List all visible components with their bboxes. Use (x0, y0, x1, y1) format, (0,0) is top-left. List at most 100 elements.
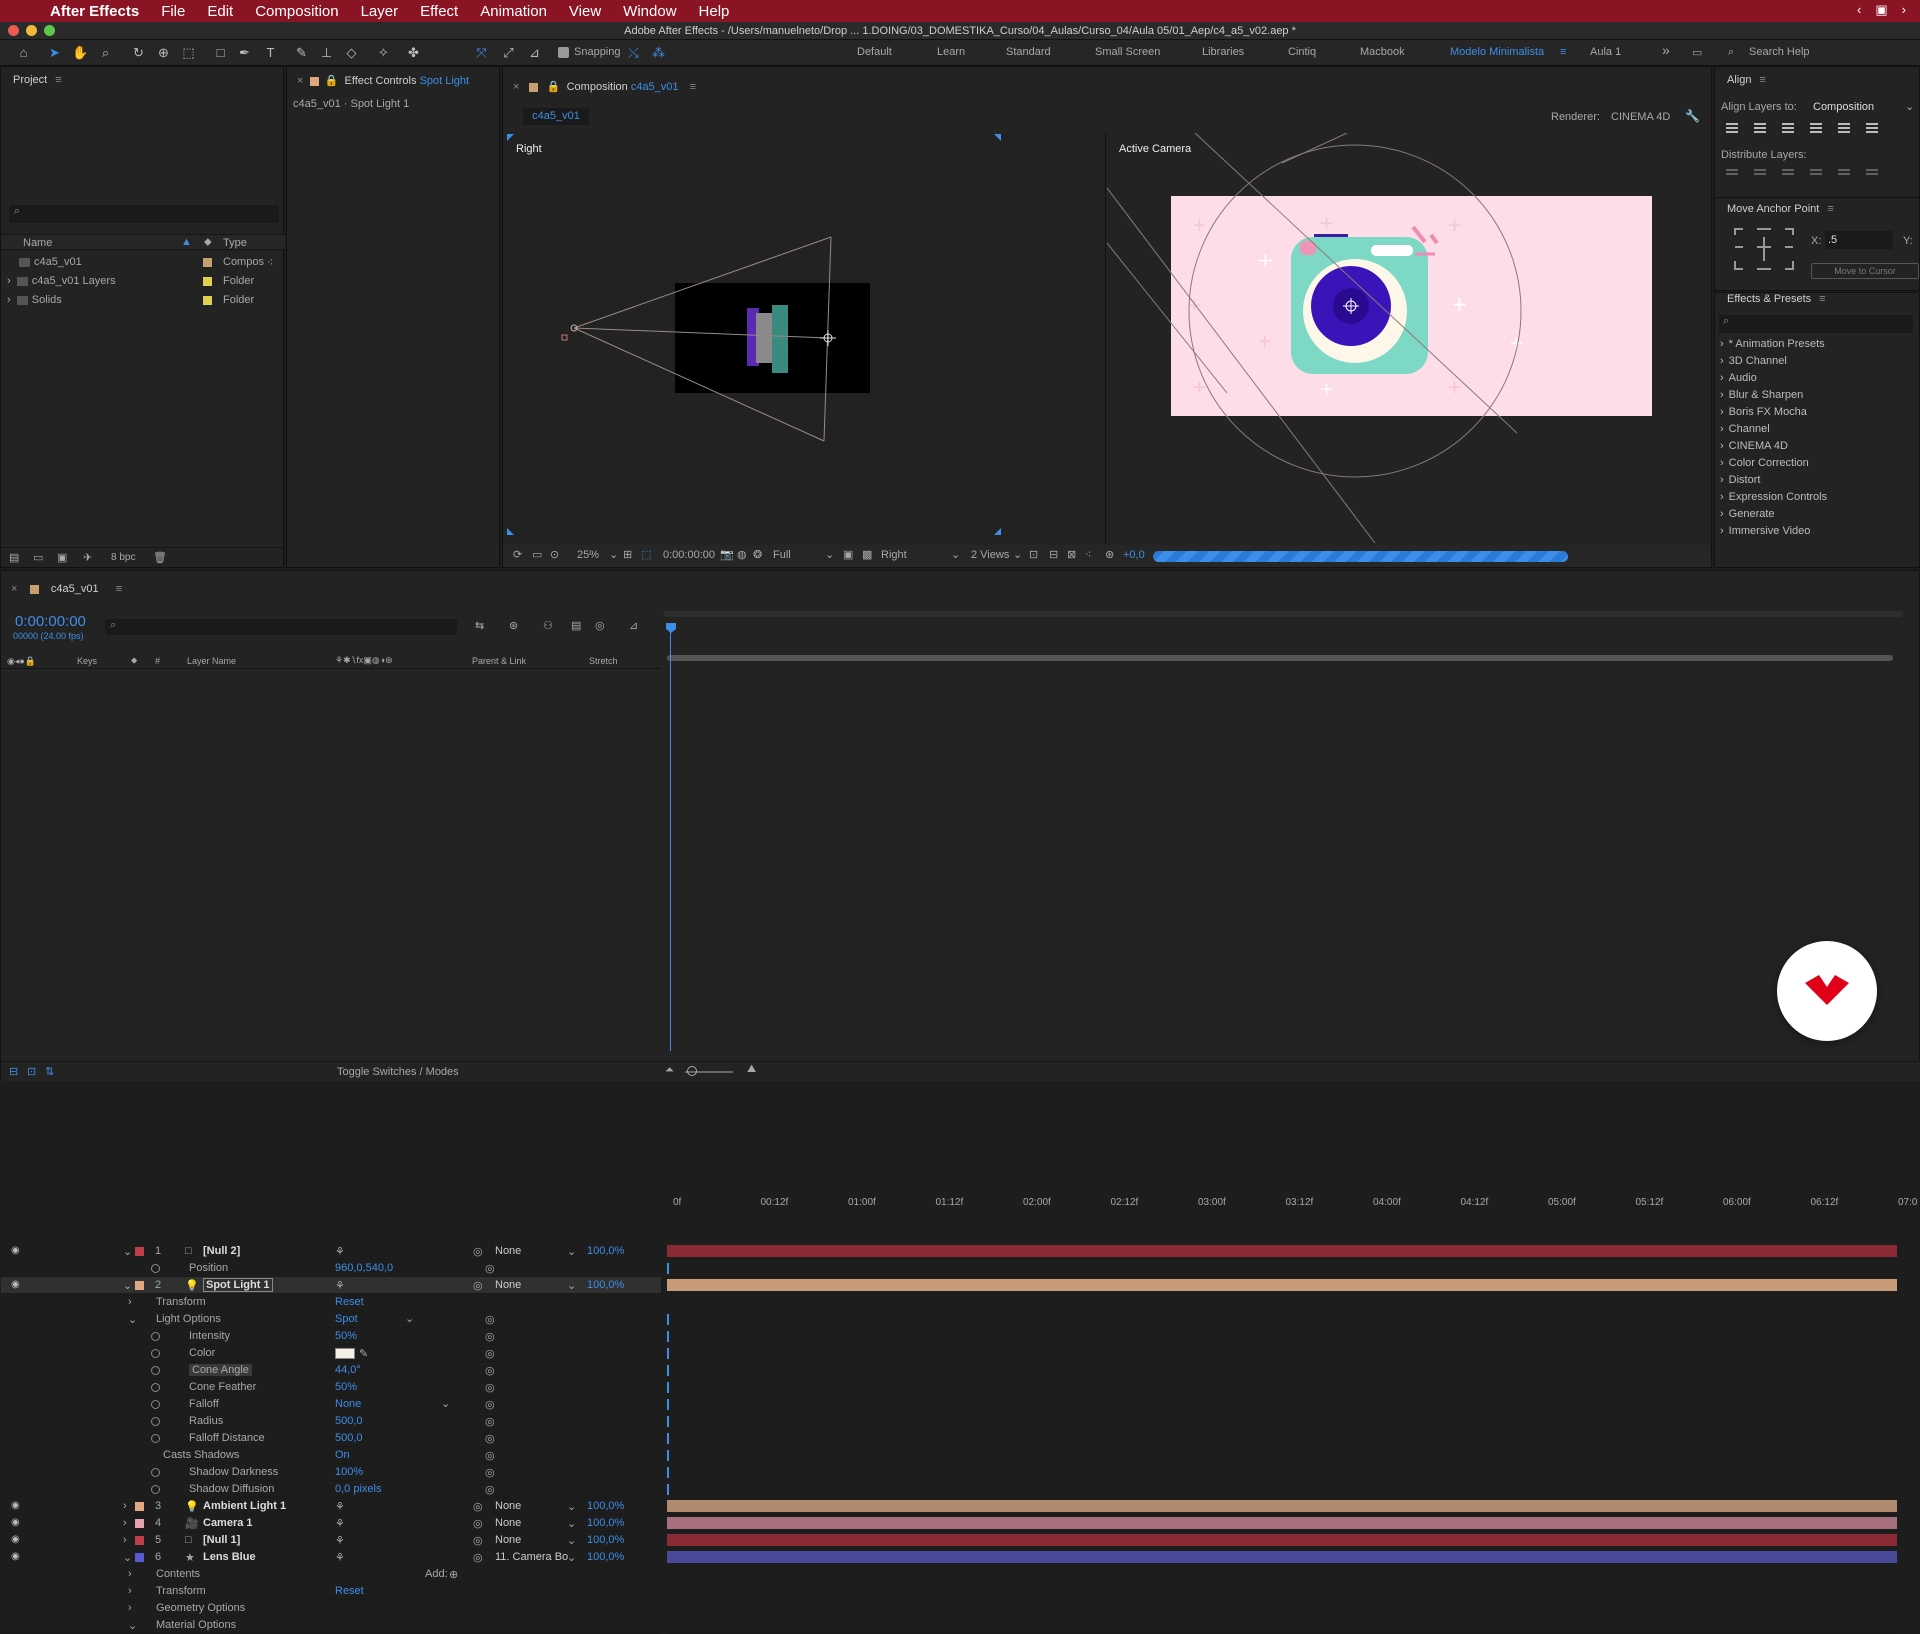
label-color[interactable] (203, 277, 212, 286)
eye-icon[interactable]: ◉ (11, 1534, 20, 1545)
expand-arrow-icon[interactable]: › (1720, 372, 1724, 384)
expand-arrow-icon[interactable]: › (1720, 355, 1724, 367)
layer-duration-bar[interactable] (667, 1245, 1897, 1257)
property-row[interactable] (1, 1430, 661, 1447)
stopwatch-icon[interactable] (151, 1468, 160, 1477)
hand-tool-icon[interactable]: ✋ (72, 44, 89, 61)
timeline-menu-icon[interactable]: ≡ (116, 583, 122, 595)
timeline-track[interactable] (667, 1430, 1897, 1447)
eye-icon[interactable]: ◉ (11, 1517, 20, 1528)
timeline-track[interactable] (667, 1583, 1897, 1600)
twirl-arrow-icon[interactable]: › (123, 1517, 127, 1529)
layer-row[interactable] (1, 1498, 661, 1515)
align-top-icon[interactable] (1807, 121, 1825, 135)
layer-duration-bar[interactable] (667, 1500, 1897, 1512)
stopwatch-icon[interactable] (151, 1485, 160, 1494)
stopwatch-icon[interactable] (151, 1383, 160, 1392)
eye-icon[interactable]: ◉ (11, 1500, 20, 1511)
bpc-button[interactable]: 8 bpc (111, 552, 135, 563)
axis-view-icon[interactable]: ⊿ (526, 44, 543, 61)
new-composition-icon[interactable]: ▣ (57, 551, 67, 564)
expression-pickwhip-icon[interactable]: ◎ (485, 1449, 495, 1462)
close-tab-icon[interactable]: × (513, 81, 519, 93)
renderer-value[interactable]: CINEMA 4D (1611, 111, 1670, 123)
workspace-libraries[interactable]: Libraries (1202, 46, 1244, 58)
layer-switches-toggle-icon[interactable]: ⊟ (9, 1065, 18, 1078)
shy-switch-icon[interactable]: ⚘ (335, 1517, 345, 1530)
property-value[interactable]: 50% (335, 1330, 357, 1342)
timeline-track[interactable] (667, 1260, 1897, 1277)
workspace-default[interactable]: Default (857, 46, 892, 58)
stopwatch-icon[interactable] (151, 1366, 160, 1375)
show-snapshot-icon[interactable]: ◍ (737, 548, 747, 561)
layer-row[interactable] (1, 1532, 661, 1549)
effects-presets-menu-icon[interactable]: ≡ (1819, 293, 1825, 305)
property-row[interactable] (1, 1396, 661, 1413)
property-row[interactable] (1, 1617, 661, 1634)
extended-viewer-icon[interactable]: ⊠ (1067, 548, 1076, 561)
parent-dropdown[interactable]: None (495, 1500, 521, 1512)
menu-file[interactable]: File (161, 3, 185, 20)
zoom-slider-thumb[interactable] (687, 1066, 697, 1076)
workspace-menu-icon[interactable]: ≡ (1560, 46, 1566, 58)
layer-name[interactable]: [Null 2] (203, 1245, 240, 1257)
composition-tab[interactable]: c4a5_v01 (523, 108, 589, 125)
pickwhip-icon[interactable]: ◎ (473, 1245, 483, 1258)
property-row[interactable] (1, 1311, 661, 1328)
roto-brush-icon[interactable]: ✧ (375, 44, 392, 61)
distribute-vcenter-icon[interactable] (1751, 167, 1769, 181)
layer-name[interactable]: Lens Blue (203, 1551, 256, 1563)
current-time-display[interactable]: 0:00:00:00 (663, 549, 715, 561)
effects-category-item[interactable]: › Expression Controls (1720, 491, 1827, 503)
layer-name[interactable]: Ambient Light 1 (203, 1500, 286, 1512)
menu-app[interactable]: After Effects (50, 3, 139, 20)
distribute-right-icon[interactable] (1863, 167, 1881, 181)
toggle-pixel-aspect-icon[interactable]: ⊡ (1029, 548, 1038, 561)
twirl-arrow-icon[interactable]: › (128, 1296, 132, 1308)
twirl-arrow-icon[interactable]: ⌄ (123, 1245, 132, 1258)
project-item[interactable]: › Solids (7, 294, 62, 306)
workspace-macbook[interactable]: Macbook (1360, 46, 1405, 58)
stretch-value[interactable]: 100,0% (587, 1279, 624, 1291)
workspace-overflow-icon[interactable]: » (1662, 42, 1670, 58)
effects-category-item[interactable]: › 3D Channel (1720, 355, 1787, 367)
always-preview-icon[interactable]: ⟳ (513, 548, 522, 561)
move-anchor-menu-icon[interactable]: ≡ (1827, 203, 1833, 215)
flowchart-icon[interactable]: ⁖ (1085, 548, 1091, 561)
pickwhip-icon[interactable]: ◎ (473, 1517, 483, 1530)
timeline-track[interactable] (667, 1362, 1897, 1379)
minimize-window-button[interactable] (26, 25, 37, 36)
stopwatch-icon[interactable] (151, 1434, 160, 1443)
expression-pickwhip-icon[interactable]: ◎ (485, 1432, 495, 1445)
timeline-current-time[interactable]: 0:00:00:00 (15, 613, 86, 630)
twirl-arrow-icon[interactable]: › (123, 1500, 127, 1512)
time-navigator[interactable] (667, 655, 1893, 661)
expand-arrow-icon[interactable]: › (1720, 440, 1724, 452)
selection-tool-icon[interactable]: ➤ (46, 44, 63, 61)
timeline-track[interactable] (667, 1617, 1897, 1634)
add-menu-icon[interactable]: ⊕ (449, 1568, 458, 1581)
type-tool-icon[interactable]: T (262, 44, 279, 61)
move-anchor-title[interactable]: Move Anchor Point (1727, 203, 1819, 215)
menu-layer[interactable]: Layer (361, 3, 399, 20)
snapshot-icon[interactable]: 📷 (720, 548, 734, 561)
layer-name[interactable]: Camera 1 (203, 1517, 253, 1529)
menu-animation[interactable]: Animation (480, 3, 547, 20)
layer-duration-bar[interactable] (667, 1279, 1897, 1291)
new-folder-icon[interactable]: ▭ (33, 551, 43, 564)
av-switches-icon[interactable]: ◉◂●🔒 (7, 656, 36, 667)
menu-edit[interactable]: Edit (207, 3, 233, 20)
label-color[interactable] (135, 1553, 144, 1562)
property-row[interactable] (1, 1600, 661, 1617)
menu-composition[interactable]: Composition (255, 3, 338, 20)
twirl-arrow-icon[interactable]: › (128, 1585, 132, 1597)
timeline-track[interactable] (667, 1396, 1897, 1413)
workspace-cintiq[interactable]: Cintiq (1288, 46, 1316, 58)
effects-category-item[interactable]: › * Animation Presets (1720, 338, 1825, 350)
render-queue-icon[interactable]: ✈ (83, 551, 92, 564)
align-title[interactable]: Align (1727, 74, 1751, 86)
project-search-input[interactable]: ⌕ (9, 205, 279, 223)
stopwatch-icon[interactable] (151, 1400, 160, 1409)
hide-shy-layers-icon[interactable]: ⚇ (543, 619, 553, 632)
anchor-grid-icon[interactable] (1733, 227, 1795, 271)
